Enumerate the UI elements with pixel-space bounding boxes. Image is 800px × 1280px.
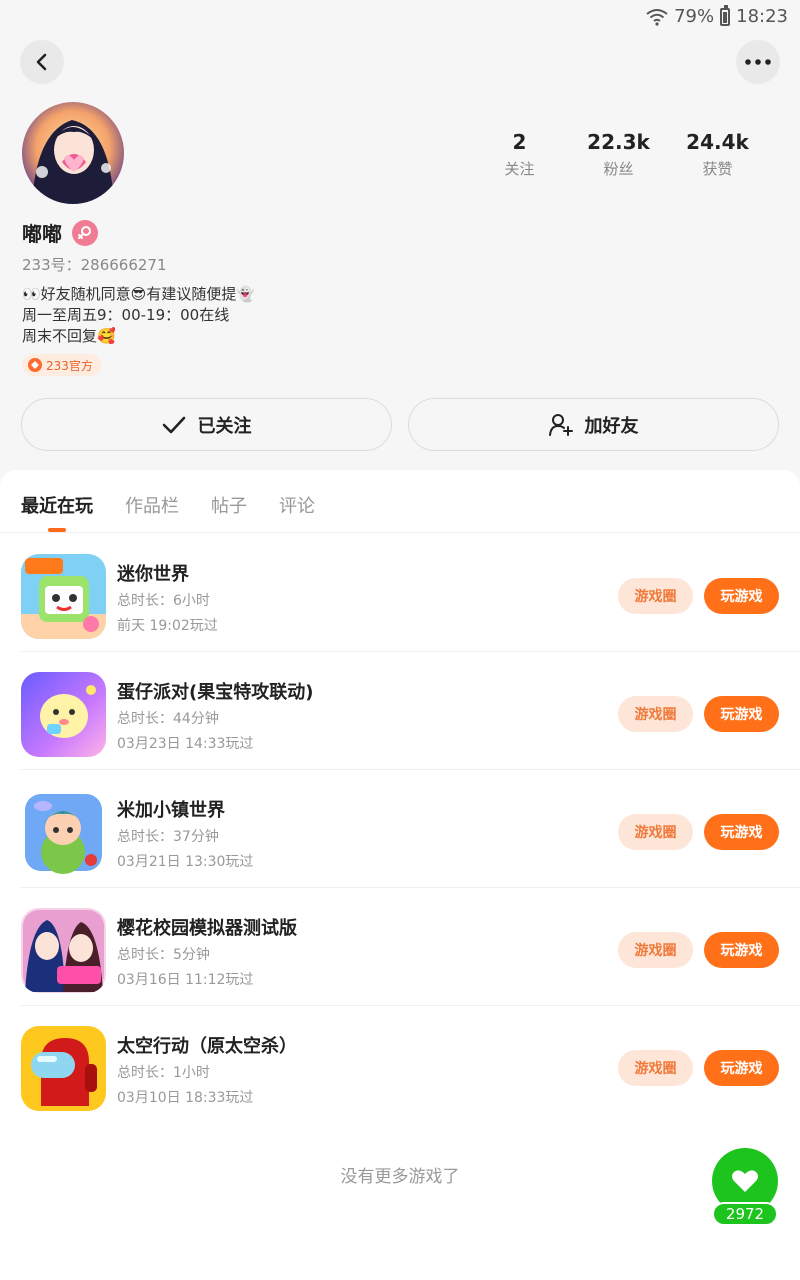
game-last-played: 03月21日 13:30玩过: [117, 854, 254, 870]
official-badge[interactable]: 233官方: [22, 354, 101, 376]
more-dots-icon: [745, 59, 771, 65]
game-duration: 总时长：37分钟: [117, 829, 219, 845]
add-friend-label: 加好友: [584, 415, 639, 437]
stat-following[interactable]: 2 关注: [470, 130, 569, 179]
back-button[interactable]: [20, 40, 64, 84]
tab-works[interactable]: 作品栏: [125, 492, 179, 518]
tab-recent-play[interactable]: 最近在玩: [21, 492, 93, 518]
game-icon[interactable]: [21, 554, 106, 639]
play-game-button[interactable]: 玩游戏: [704, 932, 779, 968]
game-circle-button[interactable]: 游戏圈: [618, 814, 693, 850]
game-row[interactable]: 蛋仔派对(果宝特攻联动) 总时长：44分钟 03月23日 14:33玩过 游戏圈…: [0, 652, 800, 770]
like-count: 2972: [712, 1202, 778, 1226]
game-last-played: 前天 19:02玩过: [117, 618, 218, 634]
game-icon[interactable]: [21, 672, 106, 757]
play-game-button[interactable]: 玩游戏: [704, 1050, 779, 1086]
game-circle-button[interactable]: 游戏圈: [618, 696, 693, 732]
game-name: 米加小镇世界: [117, 800, 225, 821]
clock: 18:23: [736, 6, 788, 27]
play-game-button[interactable]: 玩游戏: [704, 696, 779, 732]
name-row: 嘟嘟: [22, 218, 98, 247]
wifi-icon: [646, 8, 668, 26]
game-duration: 总时长：1小时: [117, 1065, 210, 1081]
game-duration: 总时长：5分钟: [117, 947, 210, 963]
user-id: 233号：286666271: [22, 256, 167, 274]
tab-bar: 最近在玩 作品栏 帖子 评论: [0, 470, 800, 533]
profile-stats: 2 关注 22.3k 粉丝 24.4k 获赞: [470, 130, 770, 179]
stat-label: 关注: [504, 160, 535, 178]
play-game-button[interactable]: 玩游戏: [704, 814, 779, 850]
game-row[interactable]: 樱花校园模拟器测试版 总时长：5分钟 03月16日 11:12玩过 游戏圈 玩游…: [0, 888, 800, 1006]
avatar[interactable]: [22, 102, 124, 204]
no-more-text: 没有更多游戏了: [340, 1167, 460, 1187]
game-icon[interactable]: [21, 908, 106, 993]
game-icon[interactable]: [21, 790, 106, 875]
stat-likes[interactable]: 24.4k 获赞: [668, 130, 767, 179]
followed-button[interactable]: 已关注: [21, 398, 392, 451]
add-friend-button[interactable]: 加好友: [408, 398, 779, 451]
official-badge-label: 233官方: [46, 358, 93, 373]
tab-posts[interactable]: 帖子: [211, 492, 247, 518]
game-name: 太空行动（原太空杀）: [117, 1036, 297, 1057]
stat-label: 粉丝: [603, 160, 634, 178]
user-bio: 👀好友随机同意😎有建议随便提👻 周一至周五9：00-19：00在线 周末不回复🥰: [22, 284, 255, 347]
game-duration: 总时长：44分钟: [117, 711, 219, 727]
heart-icon: [732, 1170, 758, 1192]
more-button[interactable]: [736, 40, 780, 84]
game-last-played: 03月23日 14:33玩过: [117, 736, 254, 752]
stat-value: 22.3k: [587, 130, 650, 154]
chevron-left-icon: [36, 53, 47, 71]
bio-line: 周一至周五9：00-19：00在线: [22, 306, 230, 324]
game-circle-button[interactable]: 游戏圈: [618, 578, 693, 614]
game-row[interactable]: 迷你世界 总时长：6小时 前天 19:02玩过 游戏圈 玩游戏: [0, 534, 800, 652]
play-game-button[interactable]: 玩游戏: [704, 578, 779, 614]
add-user-icon: [548, 413, 573, 436]
followed-label: 已关注: [197, 415, 252, 437]
game-circle-button[interactable]: 游戏圈: [618, 1050, 693, 1086]
battery-percent: 79%: [674, 6, 715, 27]
stat-value: 2: [512, 130, 527, 154]
game-last-played: 03月16日 11:12玩过: [117, 972, 254, 988]
stat-fans[interactable]: 22.3k 粉丝: [569, 130, 668, 179]
game-circle-button[interactable]: 游戏圈: [618, 932, 693, 968]
battery-icon: [720, 4, 731, 26]
game-duration: 总时长：6小时: [117, 593, 210, 609]
content-panel: 最近在玩 作品栏 帖子 评论 迷你世界 总时长：6小时 前天 19:02玩过 游…: [0, 470, 800, 1280]
tab-indicator: [48, 528, 66, 532]
game-name: 樱花校园模拟器测试版: [117, 918, 297, 939]
game-icon[interactable]: [21, 1026, 106, 1111]
official-icon: [28, 358, 42, 372]
stat-label: 获赞: [702, 160, 733, 178]
game-last-played: 03月10日 18:33玩过: [117, 1090, 254, 1106]
game-row[interactable]: 太空行动（原太空杀） 总时长：1小时 03月10日 18:33玩过 游戏圈 玩游…: [0, 1006, 800, 1124]
tab-comments[interactable]: 评论: [279, 492, 315, 518]
female-icon: [72, 219, 98, 246]
profile-page: 79% 18:23 2 关注 22.3k 粉丝 24.4k 获赞 嘟嘟 233号…: [0, 0, 800, 1280]
bio-line: 周末不回复🥰: [22, 327, 116, 345]
game-row[interactable]: 米加小镇世界 总时长：37分钟 03月21日 13:30玩过 游戏圈 玩游戏: [0, 770, 800, 888]
status-bar: 79% 18:23: [0, 0, 800, 34]
stat-value: 24.4k: [686, 130, 749, 154]
game-name: 蛋仔派对(果宝特攻联动): [117, 682, 314, 703]
game-name: 迷你世界: [117, 564, 189, 585]
check-icon: [162, 416, 185, 433]
user-name: 嘟嘟: [22, 222, 62, 246]
bio-line: 👀好友随机同意😎有建议随便提👻: [22, 285, 255, 303]
